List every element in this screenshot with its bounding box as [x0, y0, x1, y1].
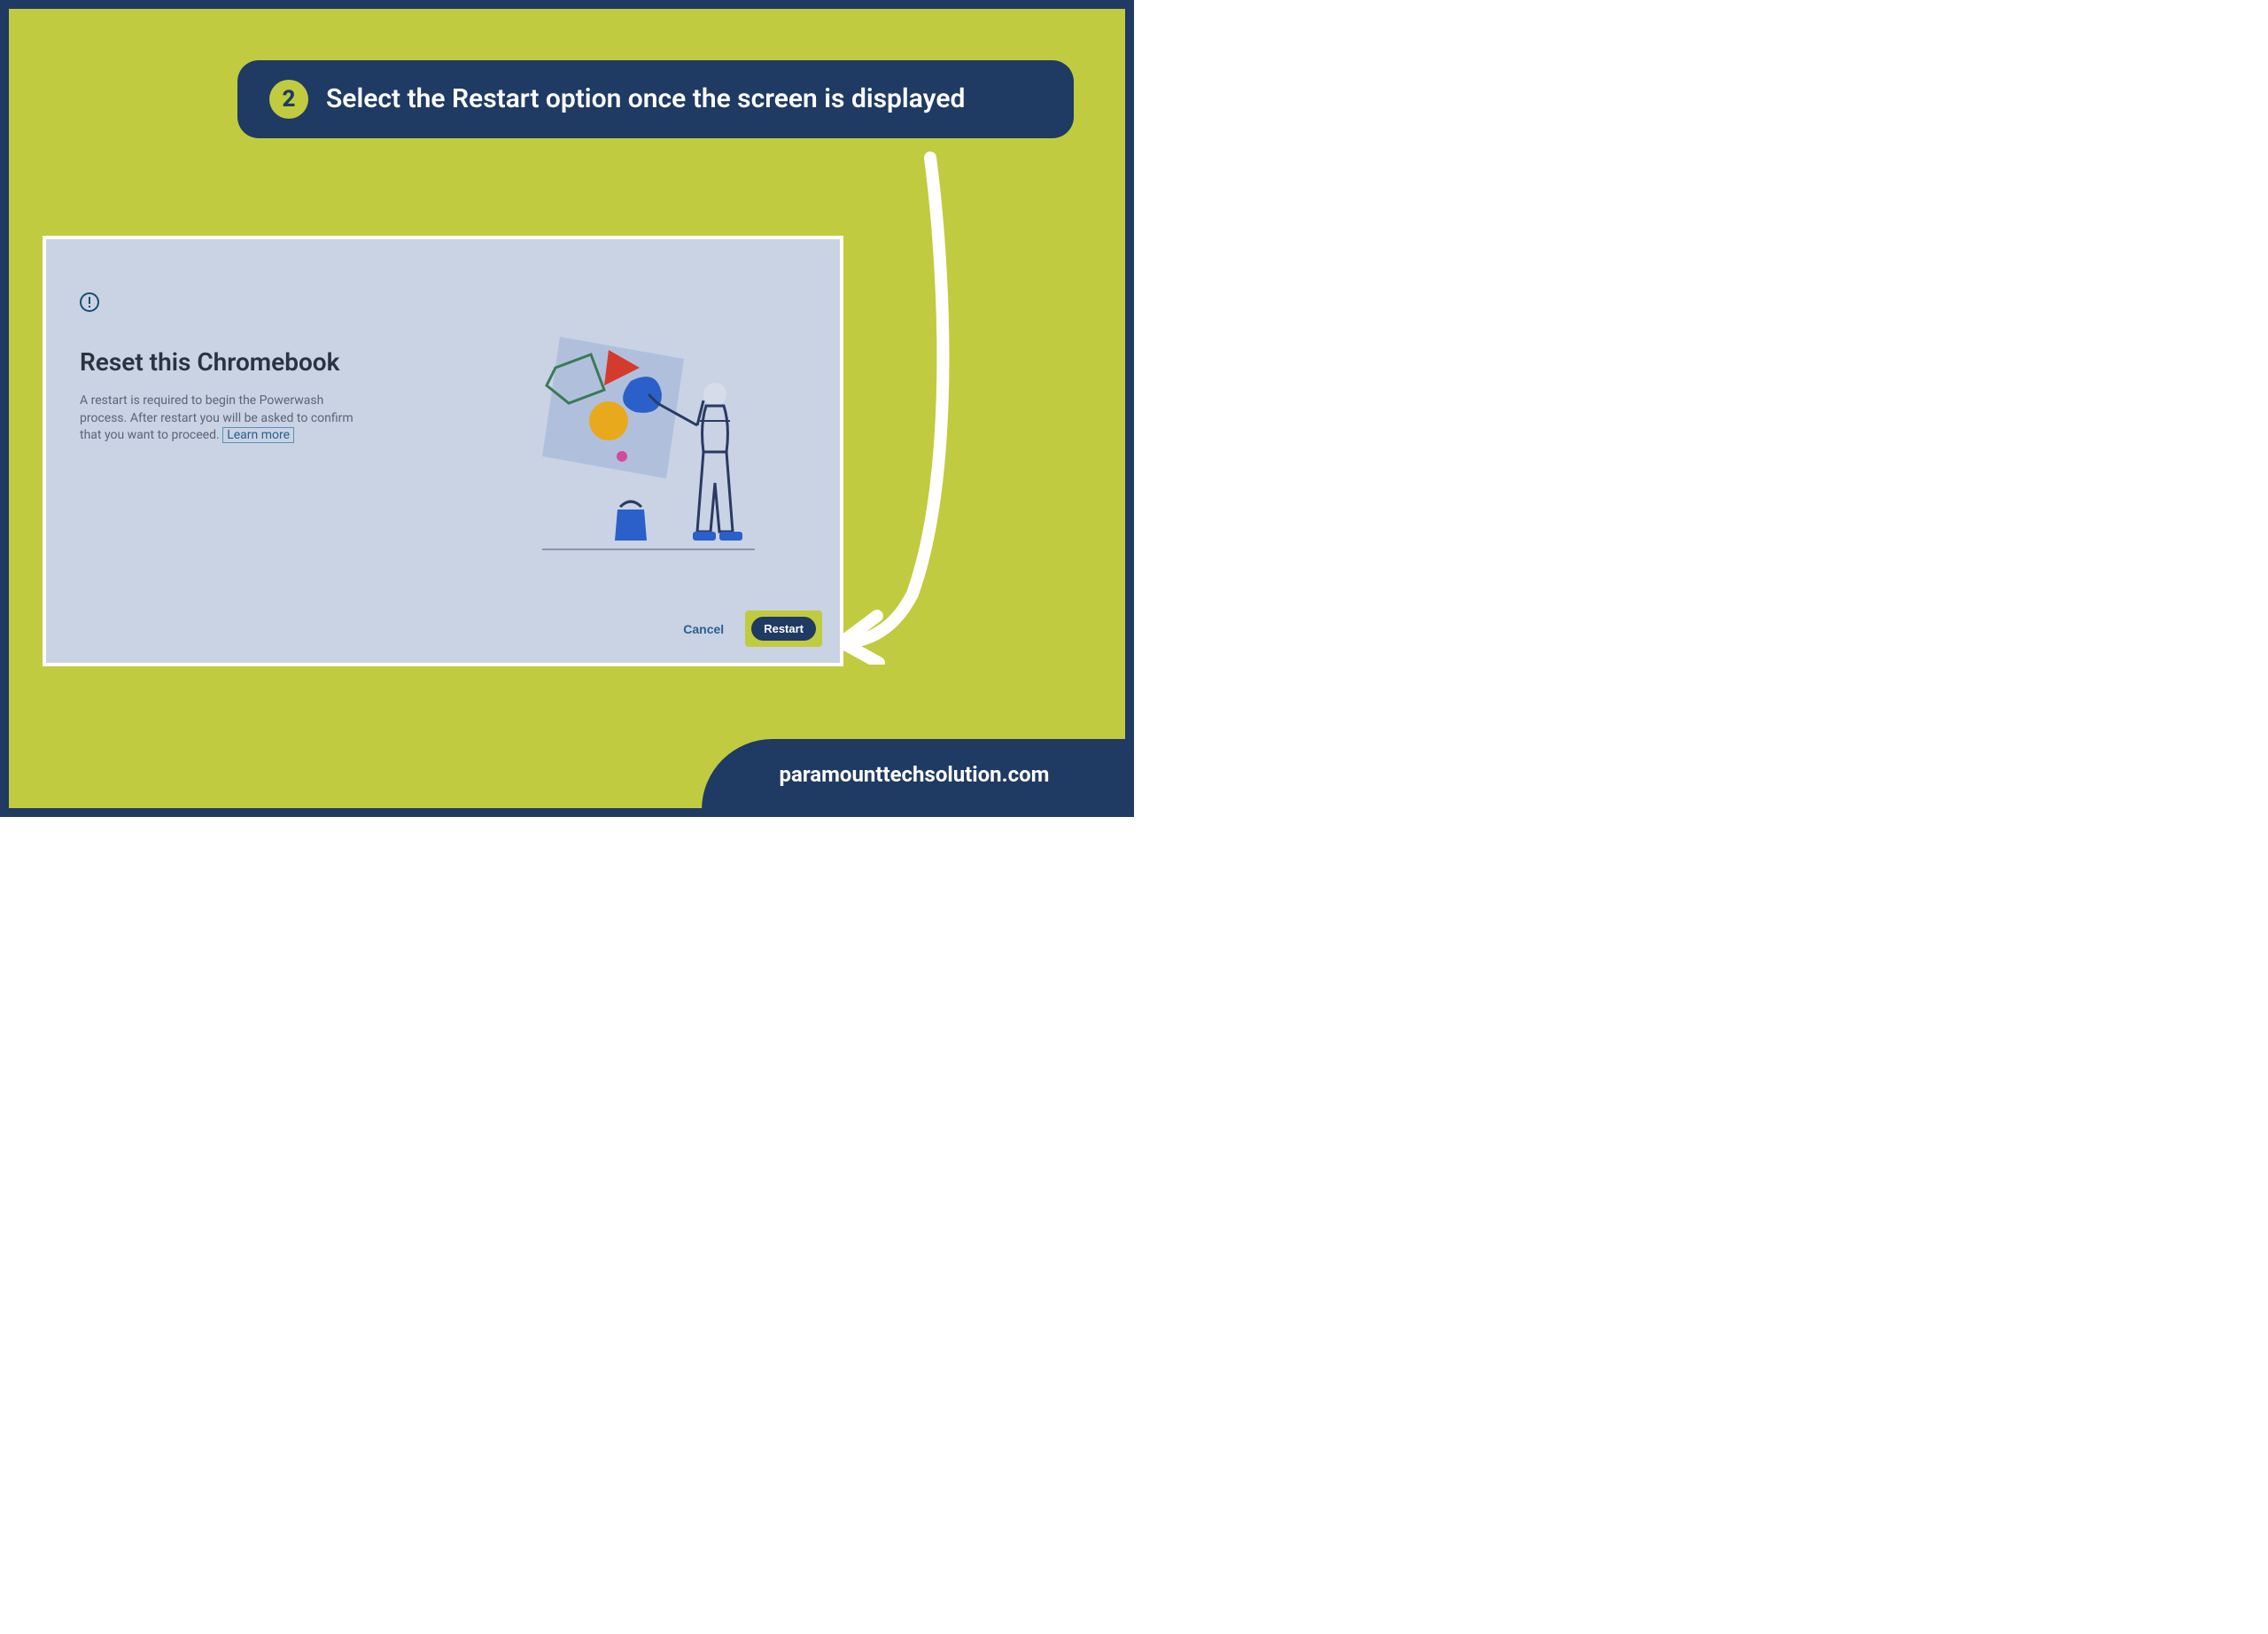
footer-branding: paramounttechsolution.com [702, 739, 1127, 810]
instruction-text: Select the Restart option once the scree… [326, 83, 965, 115]
dialog-body: A restart is required to begin the Power… [80, 393, 354, 445]
info-icon [80, 292, 99, 312]
cancel-button[interactable]: Cancel [678, 615, 729, 643]
instruction-banner: 2 Select the Restart option once the scr… [237, 60, 1074, 138]
restart-highlight: Restart [745, 611, 822, 647]
footer-site: paramounttechsolution.com [780, 762, 1050, 787]
pointer-arrow [815, 151, 1010, 665]
restart-button[interactable]: Restart [751, 617, 816, 641]
chromebook-dialog: Reset this Chromebook A restart is requi… [43, 236, 843, 666]
learn-more-link[interactable]: Learn more [222, 427, 294, 443]
step-number-badge: 2 [269, 80, 308, 119]
illustration-painter [507, 319, 773, 576]
tutorial-slide: 2 Select the Restart option once the scr… [0, 0, 1134, 817]
dialog-actions: Cancel Restart [678, 611, 822, 647]
